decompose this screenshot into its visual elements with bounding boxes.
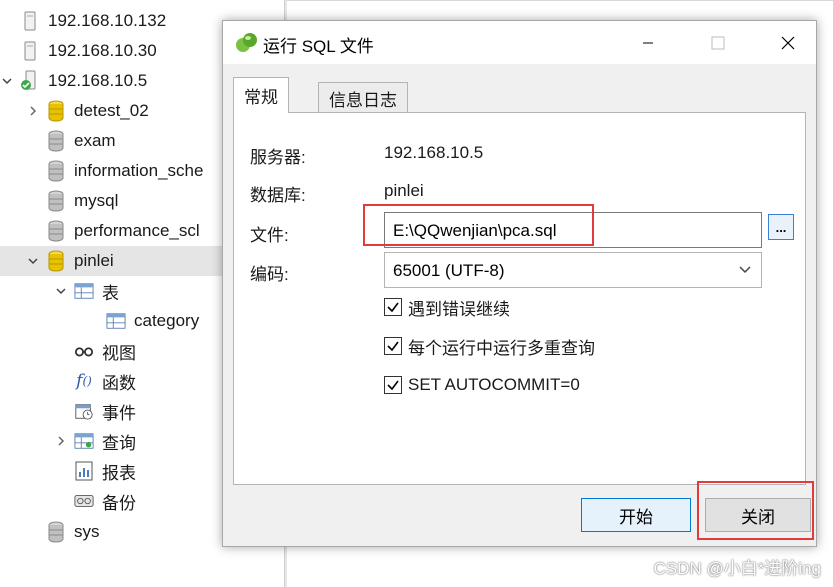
tree-item-server-connected[interactable]: 192.168.10.5: [0, 66, 147, 96]
tree-item-label: mysql: [74, 191, 119, 210]
database-value: pinlei: [384, 181, 424, 200]
close-icon: [781, 36, 795, 49]
tree-item-database[interactable]: mysql: [26, 186, 118, 216]
dialog-tabs: 常规 信息日志: [233, 75, 806, 113]
maximize-button[interactable]: [695, 21, 741, 64]
chevron-right-icon[interactable]: [26, 104, 40, 118]
tree-item-label: 报表: [102, 463, 136, 483]
server-icon: [20, 40, 40, 62]
tab-general[interactable]: 常规: [233, 77, 289, 113]
checkmark-icon: [387, 380, 399, 391]
chevron-down-icon[interactable]: [26, 254, 40, 268]
tree-item-label: sys: [74, 522, 100, 541]
chevron-down-icon: [737, 261, 753, 277]
chevron-down-icon[interactable]: [54, 284, 68, 298]
checkmark-icon: [387, 302, 399, 313]
browse-button[interactable]: ...: [768, 214, 794, 240]
multiple-queries-checkbox[interactable]: [384, 337, 402, 355]
tree-item-label: pinlei: [74, 251, 114, 270]
encoding-label: 编码:: [250, 265, 289, 284]
tree-item-views[interactable]: 视图: [54, 336, 136, 366]
dialog-titlebar[interactable]: 运行 SQL 文件: [223, 21, 816, 64]
tree-item-label: performance_scl: [74, 221, 200, 240]
event-icon: [74, 400, 94, 422]
general-panel: 服务器: 192.168.10.5 数据库: pinlei 文件: E:\QQw…: [233, 112, 806, 485]
tree-item-reports[interactable]: 报表: [54, 456, 136, 486]
tree-item-label: category: [134, 311, 200, 330]
start-button[interactable]: 开始: [581, 498, 691, 532]
database-open-icon: [46, 100, 66, 122]
tree-item-label: detest_02: [74, 101, 149, 120]
backup-icon: [74, 490, 94, 512]
dialog-title: 运行 SQL 文件: [263, 37, 374, 56]
server-connected-icon: [20, 70, 40, 92]
tree-item-database[interactable]: sys: [26, 517, 100, 547]
database-icon: [46, 521, 66, 543]
file-label: 文件:: [250, 226, 289, 245]
tree-item-table[interactable]: category: [86, 306, 199, 336]
option-label: SET AUTOCOMMIT=0: [408, 375, 580, 394]
server-value: 192.168.10.5: [384, 143, 484, 162]
navicat-app-icon: [235, 31, 259, 55]
run-sql-file-dialog: 运行 SQL 文件 常规 信息日志 服务器: 192.168.10.5 数据库:…: [222, 20, 817, 547]
tree-item-events[interactable]: 事件: [54, 396, 136, 426]
database-icon: [46, 130, 66, 152]
tree-item-server[interactable]: 192.168.10.132: [0, 6, 166, 36]
autocommit-checkbox[interactable]: [384, 376, 402, 394]
tree-item-label: 函数: [102, 373, 136, 393]
tab-message-log[interactable]: 信息日志: [318, 82, 408, 113]
chevron-down-icon[interactable]: [0, 74, 14, 88]
server-label: 服务器:: [250, 148, 306, 167]
file-path-input[interactable]: E:\QQwenjian\pca.sql: [384, 212, 762, 248]
server-icon: [20, 10, 40, 32]
tree-item-queries[interactable]: 查询: [54, 426, 136, 456]
checkmark-icon: [387, 341, 399, 352]
tree-item-database[interactable]: exam: [26, 126, 116, 156]
query-icon: [74, 430, 94, 452]
tree-item-label: 192.168.10.132: [48, 11, 167, 30]
tree-item-label: information_sche: [74, 161, 204, 180]
encoding-select[interactable]: 65001 (UTF-8): [384, 252, 762, 288]
tree-item-database[interactable]: performance_scl: [26, 216, 200, 246]
chevron-right-icon[interactable]: [54, 434, 68, 448]
tree-item-label: 表: [102, 283, 119, 303]
function-icon: f(): [76, 371, 92, 391]
maximize-icon: [711, 36, 725, 49]
minimize-icon: [643, 42, 653, 43]
tree-item-server[interactable]: 192.168.10.30: [0, 36, 157, 66]
view-icon: [74, 340, 94, 362]
option-label: 遇到错误继续: [408, 299, 510, 319]
window-close-button[interactable]: [765, 21, 811, 64]
tree-item-label: 备份: [102, 493, 136, 513]
tree-item-database[interactable]: detest_02: [26, 96, 149, 126]
database-icon: [46, 190, 66, 212]
option-autocommit[interactable]: SET AUTOCOMMIT=0: [384, 374, 580, 396]
tree-item-backups[interactable]: 备份: [54, 486, 136, 516]
tree-item-label: 视图: [102, 343, 136, 363]
database-icon: [46, 220, 66, 242]
database-icon: [46, 160, 66, 182]
database-open-icon: [46, 250, 66, 272]
option-multiple-queries[interactable]: 每个运行中运行多重查询: [384, 335, 595, 358]
watermark: CSDN @小白*进阶ing: [653, 559, 821, 578]
tree-item-label: exam: [74, 131, 116, 150]
option-label: 每个运行中运行多重查询: [408, 338, 595, 358]
tree-item-label: 192.168.10.30: [48, 41, 157, 60]
table-folder-icon: [74, 280, 94, 302]
report-icon: [74, 460, 94, 482]
option-continue-on-error[interactable]: 遇到错误继续: [384, 296, 510, 319]
database-label: 数据库:: [250, 186, 306, 205]
tree-item-functions[interactable]: f() 函数: [54, 366, 136, 396]
close-button[interactable]: 关闭: [705, 498, 811, 532]
continue-on-error-checkbox[interactable]: [384, 298, 402, 316]
encoding-selected-value: 65001 (UTF-8): [393, 261, 505, 280]
tree-item-database[interactable]: information_sche: [26, 156, 203, 186]
tree-item-label: 查询: [102, 433, 136, 453]
tree-item-label: 事件: [102, 403, 136, 423]
table-icon: [106, 310, 126, 332]
tree-item-tables[interactable]: 表: [54, 276, 119, 306]
minimize-button[interactable]: [625, 21, 671, 64]
tree-item-label: 192.168.10.5: [48, 71, 148, 90]
